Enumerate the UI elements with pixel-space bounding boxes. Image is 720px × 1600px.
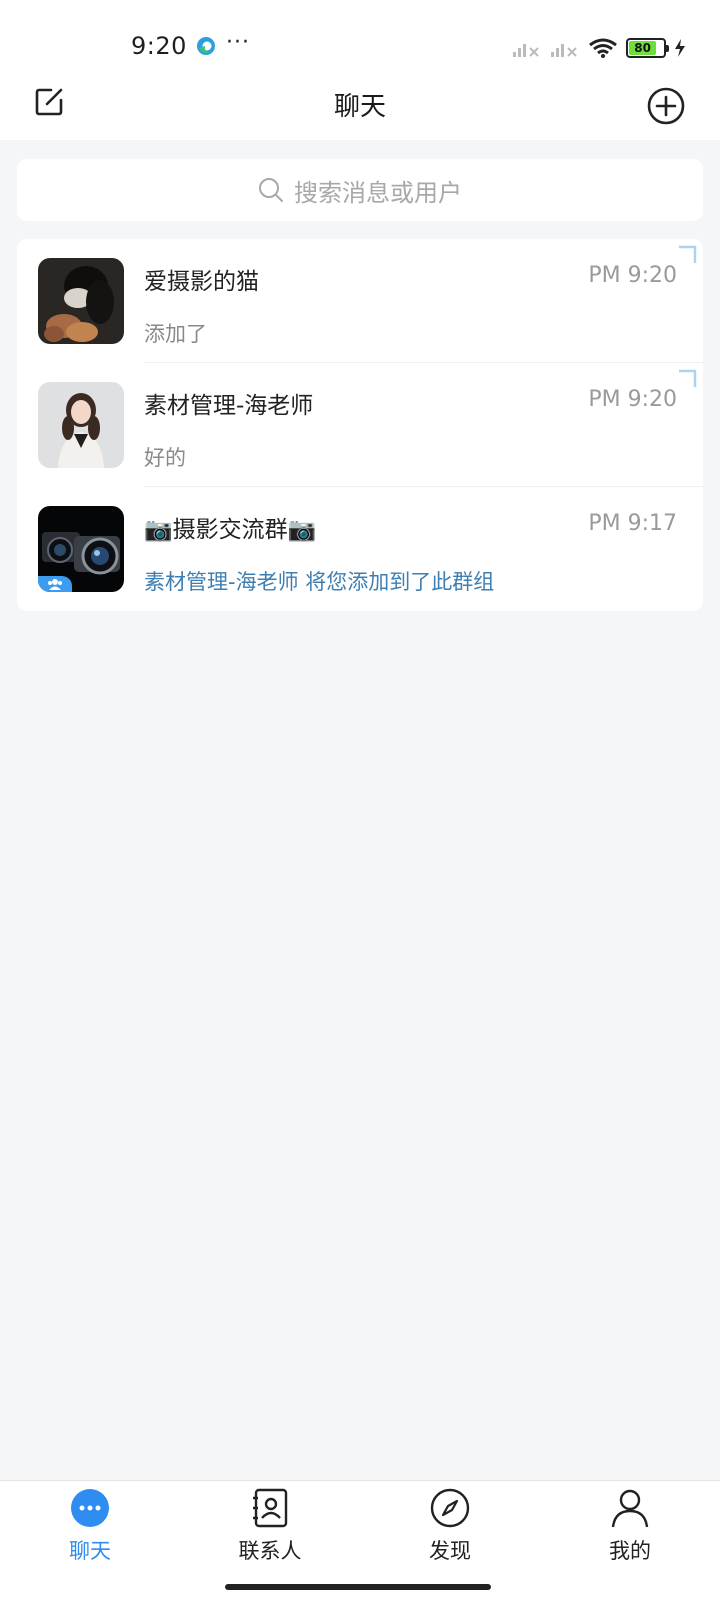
chat-time: PM 9:17 xyxy=(588,511,677,536)
tab-label: 聊天 xyxy=(69,1539,111,1563)
home-indicator[interactable] xyxy=(225,1584,491,1590)
pin-corner-icon xyxy=(679,245,697,263)
chat-screen: 9:20 ··· 80 聊天 搜索消息或用户 爱摄影的猫 PM 9:20 添加了… xyxy=(0,0,720,1600)
chat-time: PM 9:20 xyxy=(588,263,677,288)
group-icon xyxy=(48,579,62,590)
search-icon xyxy=(259,178,283,202)
search-placeholder: 搜索消息或用户 xyxy=(294,178,462,207)
chat-item[interactable]: 素材管理-海老师 PM 9:20 好的 xyxy=(17,363,703,487)
tab-label: 联系人 xyxy=(238,1539,302,1563)
more-dots-icon: ··· xyxy=(226,30,250,55)
tab-contacts[interactable]: 联系人 xyxy=(180,1481,360,1581)
chat-time: PM 9:20 xyxy=(588,387,677,412)
chat-preview: 添加了 xyxy=(144,322,207,346)
group-badge xyxy=(38,576,72,592)
status-time: 9:20 xyxy=(131,32,187,60)
person-icon xyxy=(611,1489,649,1528)
status-indicators: 80 xyxy=(512,34,686,62)
chat-preview: 好的 xyxy=(144,446,186,470)
avatar[interactable] xyxy=(38,382,124,468)
signal-icon xyxy=(513,44,539,57)
signal-icon xyxy=(551,44,577,57)
add-circle-icon[interactable] xyxy=(646,86,686,126)
charging-icon xyxy=(675,39,685,57)
compass-icon xyxy=(430,1488,470,1528)
chat-item[interactable]: 爱摄影的猫 PM 9:20 添加了 xyxy=(17,239,703,363)
battery-icon: 80 xyxy=(626,38,669,58)
header: 聊天 xyxy=(0,76,720,140)
chat-preview: 素材管理-海老师 将您添加到了此群组 xyxy=(144,570,495,594)
edge-browser-icon xyxy=(197,37,215,55)
tab-chat[interactable]: 聊天 xyxy=(0,1481,180,1581)
chat-item[interactable]: 📷摄影交流群📷 PM 9:17 素材管理-海老师 将您添加到了此群组 xyxy=(17,487,703,611)
contacts-icon xyxy=(253,1488,288,1528)
chat-list: 爱摄影的猫 PM 9:20 添加了 素材管理-海老师 PM 9:20 好的 📷摄… xyxy=(17,239,703,611)
battery-level: 80 xyxy=(629,41,657,55)
bottom-nav: 聊天 联系人 发现 我的 xyxy=(0,1480,720,1600)
tab-me[interactable]: 我的 xyxy=(540,1481,720,1581)
wifi-icon xyxy=(589,38,617,58)
tab-discover[interactable]: 发现 xyxy=(360,1481,540,1581)
chat-bubble-icon xyxy=(71,1489,109,1527)
tab-label: 我的 xyxy=(609,1539,651,1563)
tab-label: 发现 xyxy=(429,1539,471,1563)
status-bar: 9:20 ··· 80 xyxy=(0,0,720,76)
search-input[interactable]: 搜索消息或用户 xyxy=(17,159,703,221)
avatar[interactable] xyxy=(38,258,124,344)
chat-name: 爱摄影的猫 xyxy=(144,269,259,295)
chat-name: 📷摄影交流群📷 xyxy=(144,517,317,543)
pin-corner-icon xyxy=(679,369,697,387)
avatar[interactable] xyxy=(38,506,124,592)
chat-name: 素材管理-海老师 xyxy=(144,393,314,419)
page-title: 聊天 xyxy=(333,92,386,122)
